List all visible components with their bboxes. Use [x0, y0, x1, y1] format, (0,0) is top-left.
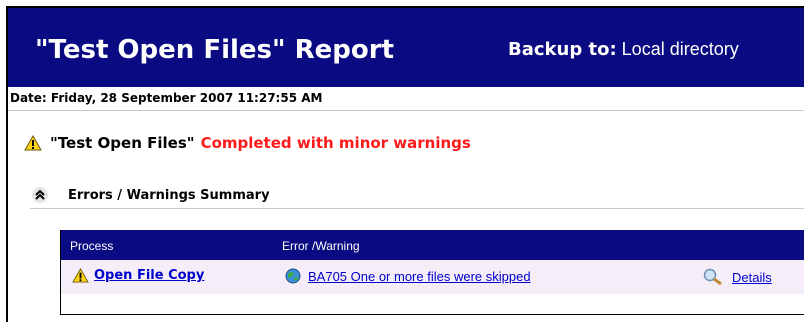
error-cell: BA705 One or more files were skipped — [285, 268, 531, 284]
job-status: "Test Open Files" Completed with minor w… — [24, 132, 471, 154]
column-header-error: Error /Warning — [282, 239, 360, 253]
globe-icon — [285, 268, 301, 284]
warnings-table: Process Error /Warning Open File Copy BA… — [60, 230, 804, 315]
table-header: Process Error /Warning — [61, 230, 804, 260]
table-row: Open File Copy BA705 One or more files w… — [61, 260, 804, 294]
report-frame: "Test Open Files" Report Backup to: Loca… — [6, 6, 804, 322]
warning-icon — [24, 135, 42, 151]
collapse-up-icon[interactable] — [32, 187, 48, 203]
backup-value: Local directory — [621, 39, 739, 59]
column-header-process: Process — [70, 239, 114, 253]
report-date: Date: Friday, 28 September 2007 11:27:55… — [8, 88, 804, 111]
process-link[interactable]: Open File Copy — [94, 268, 204, 283]
backup-separator: : — [609, 39, 617, 60]
process-cell: Open File Copy — [72, 268, 204, 283]
summary-title: Errors / Warnings Summary — [68, 187, 270, 203]
error-link[interactable]: BA705 One or more files were skipped — [308, 269, 531, 284]
job-name: "Test Open Files" — [50, 134, 195, 152]
job-result: Completed with minor warnings — [200, 134, 471, 152]
details-link[interactable]: Details — [732, 270, 772, 285]
details-cell: Details — [702, 268, 772, 286]
summary-section-header[interactable]: Errors / Warnings Summary — [30, 182, 804, 209]
backup-destination: Backup to: Local directory — [508, 39, 739, 60]
backup-label: Backup to — [508, 39, 610, 60]
report-banner: "Test Open Files" Report Backup to: Loca… — [8, 8, 804, 87]
magnifier-icon[interactable] — [702, 268, 724, 286]
report-title: "Test Open Files" Report — [35, 35, 394, 65]
warning-icon — [72, 268, 89, 283]
